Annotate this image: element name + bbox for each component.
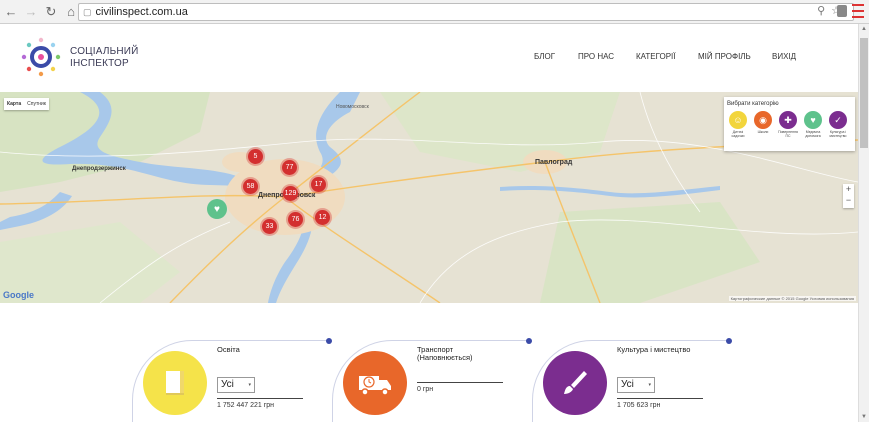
globe-icon: ◉	[754, 111, 772, 129]
address-bar[interactable]: ▢ civilinspect.com.ua	[78, 3, 854, 21]
card-amount: 0 грн	[417, 386, 434, 393]
city-label-pavlograd: Павлоград	[535, 159, 573, 166]
book-icon[interactable]	[143, 351, 207, 415]
map-cluster[interactable]: 76	[288, 212, 303, 227]
site-header: СОЦІАЛЬНИЙ ІНСПЕКТОР БЛОГ ПРО НАС КАТЕГО…	[0, 24, 858, 92]
browser-toolbar: ← → ↻ ⌂ ▢ civilinspect.com.ua ⚲ ☆	[0, 0, 869, 24]
chevron-down-icon: ▾	[648, 382, 651, 388]
page-scrollbar[interactable]: ▲ ▼	[858, 24, 869, 422]
city-label-novomoskovsk: Новомосковск	[336, 104, 369, 110]
url-text: civilinspect.com.ua	[95, 6, 188, 18]
brush-icon[interactable]	[543, 351, 607, 415]
google-logo: Google	[3, 290, 34, 300]
card-dot	[726, 338, 732, 344]
heart-marker-icon[interactable]: ♥	[207, 199, 227, 219]
card-dot	[326, 338, 332, 344]
card-divider	[417, 382, 503, 383]
card-filter-select[interactable]: Усі ▾	[217, 377, 255, 393]
nav-profile[interactable]: МІЙ ПРОФІЛЬ	[698, 52, 772, 61]
heart-icon: ♥	[804, 111, 822, 129]
zoom-in-button[interactable]: +	[843, 184, 854, 195]
map-type-toggle: Карта Спутник	[4, 98, 49, 110]
budget-card-education: Освіта Усі ▾ 1 752 447 221 грн	[132, 338, 332, 422]
nav-categories[interactable]: КАТЕГОРІЇ	[636, 52, 698, 61]
card-amount: 1 705 623 грн	[617, 402, 661, 409]
category-culture[interactable]: ✓ Культура і мистецтво	[827, 111, 849, 138]
map-cluster[interactable]: 33	[262, 219, 277, 234]
brand-name[interactable]: СОЦІАЛЬНИЙ ІНСПЕКТОР	[70, 46, 139, 70]
card-title: Транспорт (Наповнюється)	[417, 345, 473, 362]
card-divider	[217, 398, 303, 399]
card-title: Освіта	[217, 345, 240, 354]
map-cluster[interactable]: 77	[282, 160, 297, 175]
forward-icon[interactable]: →	[22, 3, 40, 21]
extension-icon[interactable]	[837, 5, 847, 17]
brand-line-1: СОЦІАЛЬНИЙ	[70, 46, 139, 57]
map-cluster[interactable]: 17	[311, 177, 326, 192]
brush-icon: ✓	[829, 111, 847, 129]
map[interactable]: Днепропетровск Павлоград Днепродзержинск…	[0, 92, 858, 303]
category-schools[interactable]: ◉ Школи	[752, 111, 774, 134]
reload-icon[interactable]: ↻	[42, 3, 60, 21]
category-filter-panel: Вибрати категорію ☺ Дитячі садочки ◉ Шко…	[724, 97, 855, 151]
chrome-menu-icon[interactable]	[852, 4, 864, 18]
child-icon: ☺	[729, 111, 747, 129]
nav-about[interactable]: ПРО НАС	[578, 52, 636, 61]
category-kindergartens[interactable]: ☺ Дитячі садочки	[727, 111, 749, 138]
category-filter-title: Вибрати категорію	[727, 101, 779, 107]
page-icon: ▢	[83, 6, 92, 17]
map-cluster[interactable]: 12	[315, 210, 330, 225]
brand-line-2: ІНСПЕКТОР	[70, 58, 129, 69]
card-dot	[526, 338, 532, 344]
main-nav: БЛОГ ПРО НАС КАТЕГОРІЇ МІЙ ПРОФІЛЬ ВИХІД	[534, 52, 796, 61]
card-filter-select[interactable]: Усі ▾	[617, 377, 655, 393]
back-icon[interactable]: ←	[2, 3, 20, 21]
gun-icon: ✚	[779, 111, 797, 129]
zoom-out-button[interactable]: −	[843, 195, 854, 206]
card-title: Культура і мистецтво	[617, 345, 691, 354]
scroll-up-icon[interactable]: ▲	[861, 26, 867, 32]
scroll-down-icon[interactable]: ▼	[861, 414, 867, 420]
map-attribution[interactable]: Картографические данные © 2015 Google Ус…	[728, 296, 856, 301]
city-label-dneprodzerzh: Днепродзержинск	[72, 166, 126, 172]
card-divider	[617, 398, 703, 399]
truck-icon[interactable]	[343, 351, 407, 415]
map-cluster[interactable]: 129	[283, 186, 298, 201]
map-type-satellite[interactable]: Спутник	[24, 98, 49, 110]
card-amount: 1 752 447 221 грн	[217, 402, 275, 409]
category-return[interactable]: ✚ Повернення ПС	[777, 111, 799, 138]
budget-card-culture: Культура і мистецтво Усі ▾ 1 705 623 грн	[532, 338, 732, 422]
map-cluster[interactable]: 5	[248, 149, 263, 164]
scroll-thumb[interactable]	[860, 38, 868, 148]
category-medical[interactable]: ♥ Медична допомога	[802, 111, 824, 138]
nav-blog[interactable]: БЛОГ	[534, 52, 578, 61]
logo-icon[interactable]	[20, 36, 62, 78]
budget-card-transport: Транспорт (Наповнюється) 0 грн	[332, 338, 532, 422]
map-type-map[interactable]: Карта	[4, 98, 24, 110]
zoom-control: + −	[843, 184, 854, 208]
map-cluster[interactable]: 58	[243, 179, 258, 194]
chevron-down-icon: ▾	[248, 382, 251, 388]
nav-logout[interactable]: ВИХІД	[772, 52, 796, 61]
zoom-icon[interactable]: ⚲	[817, 4, 825, 17]
